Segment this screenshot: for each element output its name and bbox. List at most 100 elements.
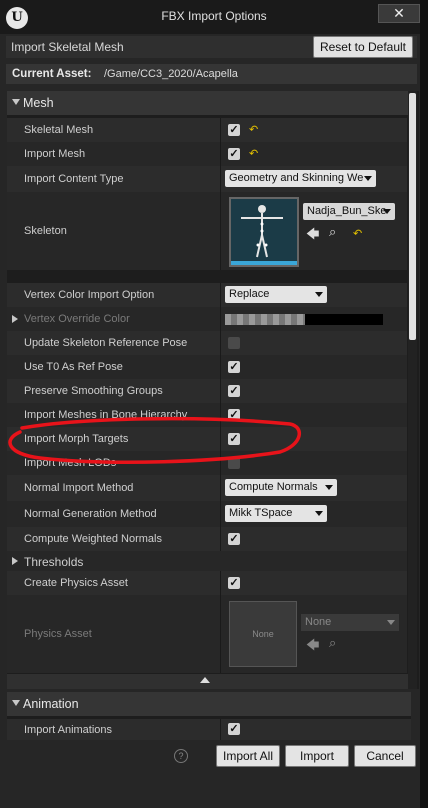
reset-to-default-button[interactable]: Reset to Default: [312, 36, 413, 58]
window-edge: [420, 0, 428, 808]
reset-arrow-icon[interactable]: ↶: [249, 123, 258, 136]
chevron-down-icon: [325, 485, 333, 490]
skeleton-asset-dropdown[interactable]: Nadja_Bun_Ske: [303, 203, 395, 220]
normal-import-method-dropdown[interactable]: Compute Normals: [225, 479, 337, 496]
use-selected-asset-arrow-icon[interactable]: 🡄: [306, 225, 319, 247]
row-import-meshes-in-bone-hierarchy: Import Meshes in Bone Hierarchy ✓: [7, 403, 407, 427]
checkbox-create-physics-asset[interactable]: ✓: [228, 577, 240, 589]
row-physics-asset: Physics Asset None None 🡄 ⌕: [7, 595, 407, 673]
collapse-up-icon: [200, 677, 210, 683]
row-create-physics-asset: Create Physics Asset ✓: [7, 571, 407, 595]
import-content-type-value: Geometry and Skinning We: [229, 172, 364, 184]
row-compute-weighted-normals: Compute Weighted Normals ✓: [7, 527, 407, 551]
label-create-physics-asset: Create Physics Asset: [24, 577, 128, 589]
import-content-type-dropdown[interactable]: Geometry and Skinning We: [225, 170, 376, 187]
label-import-mesh: Import Mesh: [24, 148, 86, 160]
expand-arrow-icon[interactable]: [12, 557, 18, 565]
section-header-mesh[interactable]: Mesh: [7, 91, 411, 115]
checkbox-use-t0-as-ref-pose[interactable]: ✓: [228, 361, 240, 373]
row-skeletal-mesh: Skeletal Mesh ✓ ↶: [7, 118, 407, 142]
vertex-color-import-dropdown[interactable]: Replace: [225, 286, 327, 303]
current-asset-bar: Current Asset: /Game/CC3_2020/Acapella: [6, 64, 417, 84]
checkbox-import-animations[interactable]: ✓: [228, 723, 240, 735]
scrollbar-thumb[interactable]: [409, 93, 416, 340]
use-selected-asset-arrow-icon[interactable]: 🡄: [306, 636, 319, 658]
browse-search-icon[interactable]: ⌕: [329, 224, 336, 240]
row-import-mesh-lods: Import Mesh LODs: [7, 451, 407, 475]
collapse-advanced-button[interactable]: [7, 674, 409, 689]
vertex-color-import-value: Replace: [229, 288, 270, 300]
close-button[interactable]: ✕: [378, 4, 420, 23]
fbx-import-options-window: U FBX Import Options ✕ Import Skeletal M…: [0, 0, 428, 808]
details-panel: Mesh Skeletal Mesh ✓ ↶ Import Mesh ✓ ↶ I…: [7, 91, 419, 689]
checkbox-import-mesh-lods[interactable]: [228, 457, 240, 469]
row-import-animations: Import Animations ✓: [7, 719, 411, 740]
section-title-animation: Animation: [23, 697, 79, 711]
label-normal-generation-method: Normal Generation Method: [24, 508, 157, 520]
collapse-arrow-icon: [12, 700, 20, 706]
row-import-morph-targets: Import Morph Targets ✓: [7, 427, 407, 451]
import-button[interactable]: Import: [285, 745, 349, 767]
thumbnail-accent-bar: [231, 261, 297, 265]
checkbox-import-meshes-in-bone-hierarchy[interactable]: ✓: [228, 409, 240, 421]
reset-arrow-icon[interactable]: ↶: [353, 227, 362, 240]
label-import-morph-targets: Import Morph Targets: [24, 433, 129, 445]
checkbox-import-morph-targets[interactable]: ✓: [228, 433, 240, 445]
import-type-bar: Import Skeletal Mesh Reset to Default: [6, 36, 417, 58]
label-update-skeleton-reference-pose: Update Skeleton Reference Pose: [24, 337, 188, 349]
label-physics-asset: Physics Asset: [24, 628, 92, 640]
row-preserve-smoothing-groups: Preserve Smoothing Groups ✓: [7, 379, 407, 403]
skeleton-thumbnail[interactable]: [229, 197, 299, 267]
vertex-override-color-swatch[interactable]: [225, 314, 383, 325]
physics-asset-thumbnail[interactable]: None: [229, 601, 297, 667]
label-import-animations: Import Animations: [24, 724, 113, 736]
label-preserve-smoothing-groups: Preserve Smoothing Groups: [24, 385, 163, 397]
row-vertex-override-color: Vertex Override Color: [7, 307, 407, 331]
checkbox-compute-weighted-normals[interactable]: ✓: [228, 533, 240, 545]
chevron-down-icon: [315, 292, 323, 297]
import-all-button[interactable]: Import All: [216, 745, 280, 767]
checkbox-update-skeleton-reference-pose[interactable]: [228, 337, 240, 349]
row-skeleton: Skeleton Nadja_Bun_Ske 🡄 ⌕ ↶: [7, 192, 407, 270]
skeleton-figure-icon: [241, 205, 283, 258]
skeleton-asset-value: Nadja_Bun_Ske: [307, 205, 387, 217]
checkbox-preserve-smoothing-groups[interactable]: ✓: [228, 385, 240, 397]
chevron-down-icon: [364, 176, 372, 181]
label-thresholds: Thresholds: [24, 555, 84, 569]
normal-import-method-value: Compute Normals: [229, 481, 318, 493]
current-asset-label: Current Asset:: [12, 68, 92, 80]
color-swatch-black: [305, 314, 383, 325]
checkbox-skeletal-mesh[interactable]: ✓: [228, 124, 240, 136]
label-import-mesh-lods: Import Mesh LODs: [24, 457, 117, 469]
details-scrollbar[interactable]: [408, 91, 417, 689]
chevron-down-icon: [383, 209, 391, 214]
row-normal-import-method: Normal Import Method Compute Normals: [7, 475, 407, 501]
label-vertex-color-import-option: Vertex Color Import Option: [24, 289, 155, 301]
label-skeletal-mesh: Skeletal Mesh: [24, 124, 94, 136]
row-use-t0-as-ref-pose: Use T0 As Ref Pose ✓: [7, 355, 407, 379]
cancel-button[interactable]: Cancel: [354, 745, 416, 767]
row-import-content-type: Import Content Type Geometry and Skinnin…: [7, 166, 407, 192]
label-import-content-type: Import Content Type: [24, 173, 124, 185]
normal-generation-method-dropdown[interactable]: Mikk TSpace: [225, 505, 327, 522]
normal-generation-method-value: Mikk TSpace: [229, 507, 293, 519]
label-use-t0-as-ref-pose: Use T0 As Ref Pose: [24, 361, 123, 373]
expand-arrow-icon[interactable]: [12, 315, 18, 323]
section-title-mesh: Mesh: [23, 96, 54, 110]
label-compute-weighted-normals: Compute Weighted Normals: [24, 533, 162, 545]
reset-arrow-icon[interactable]: ↶: [249, 147, 258, 160]
label-normal-import-method: Normal Import Method: [24, 482, 134, 494]
physics-asset-value: None: [305, 616, 332, 628]
checkbox-import-mesh[interactable]: ✓: [228, 148, 240, 160]
title-bar: U FBX Import Options ✕: [0, 0, 428, 34]
row-import-mesh: Import Mesh ✓ ↶: [7, 142, 407, 166]
row-thresholds[interactable]: Thresholds: [7, 551, 407, 571]
row-normal-generation-method: Normal Generation Method Mikk TSpace: [7, 501, 407, 527]
section-header-animation[interactable]: Animation: [7, 692, 411, 716]
physics-asset-dropdown[interactable]: None: [301, 614, 399, 631]
animation-section: Animation Import Animations ✓: [7, 692, 411, 740]
window-title: FBX Import Options: [161, 9, 267, 23]
row-update-skeleton-reference-pose: Update Skeleton Reference Pose: [7, 331, 407, 355]
browse-search-icon[interactable]: ⌕: [329, 635, 336, 651]
help-icon[interactable]: ?: [174, 749, 188, 763]
